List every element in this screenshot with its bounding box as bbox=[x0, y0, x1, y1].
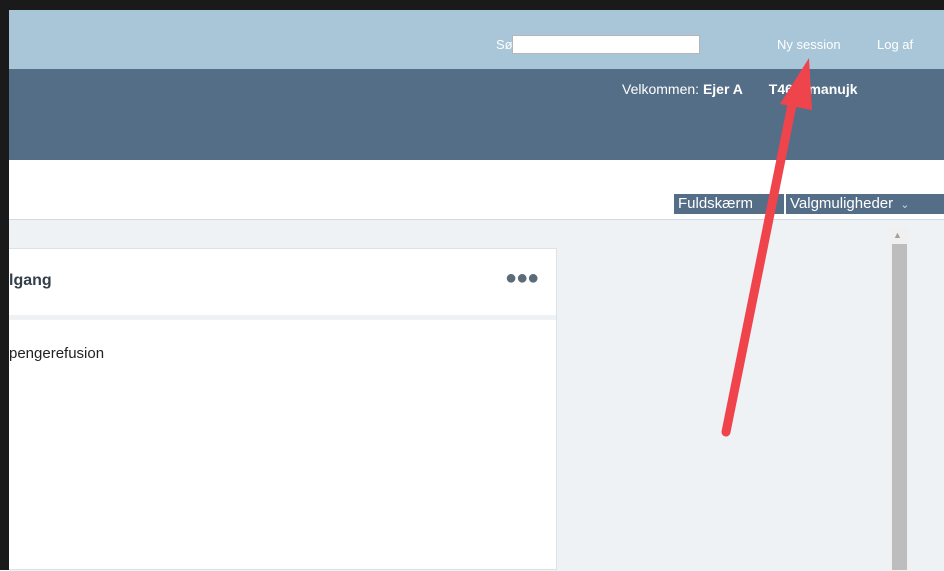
annotation-arrow bbox=[721, 58, 812, 437]
annotation-arrow-shaft bbox=[721, 85, 800, 437]
annotation-arrow-head bbox=[780, 58, 812, 110]
